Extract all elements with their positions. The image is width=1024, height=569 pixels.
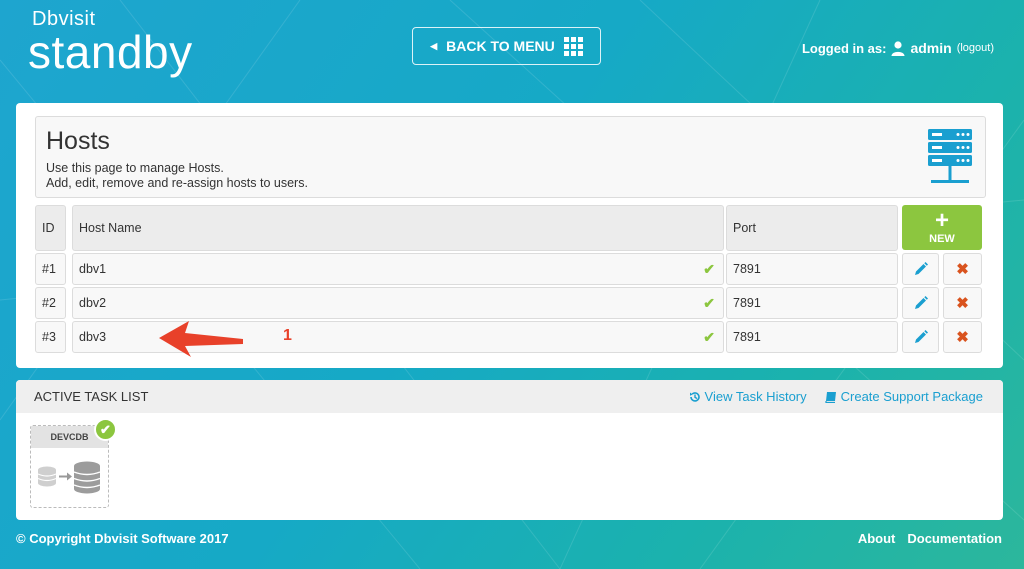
server-icon xyxy=(928,129,972,183)
brand-logo[interactable]: Dbvisit standby xyxy=(28,8,193,78)
column-header-host-name: Host Name xyxy=(72,205,724,251)
table-row-id: #1 xyxy=(35,253,66,285)
user-icon xyxy=(891,40,905,56)
column-header-port-label: Port xyxy=(733,221,756,235)
pencil-icon xyxy=(914,296,928,309)
create-support-package-label: Create Support Package xyxy=(840,389,983,404)
back-to-menu-label: BACK TO MENU xyxy=(446,38,555,54)
caret-left-icon: ◀ xyxy=(430,40,438,51)
about-link[interactable]: About xyxy=(858,531,896,546)
page-description-line-1: Use this page to manage Hosts. xyxy=(46,161,224,175)
table-row-host-name[interactable]: dbv1 ✔ xyxy=(72,253,724,285)
login-info: Logged in as: admin (logout) xyxy=(802,40,994,56)
delete-x-icon: ✖ xyxy=(956,329,969,346)
edit-host-button[interactable] xyxy=(902,287,939,319)
create-support-package-link[interactable]: Create Support Package xyxy=(825,389,983,404)
delete-host-button[interactable]: ✖ xyxy=(943,321,982,353)
page-title: Hosts xyxy=(46,127,110,155)
task-bar: ACTIVE TASK LIST View Task History Creat… xyxy=(16,380,1003,413)
annotation-arrow xyxy=(159,321,243,357)
view-task-history-label: View Task History xyxy=(704,389,807,404)
hosts-header: Hosts Use this page to manage Hosts. Add… xyxy=(35,116,986,198)
row-host-name: dbv1 xyxy=(79,262,107,276)
logged-in-label: Logged in as: xyxy=(801,40,887,56)
copyright: © Copyright Dbvisit Software 2017 xyxy=(16,531,229,546)
delete-x-icon: ✖ xyxy=(956,295,969,312)
table-row-host-name[interactable]: dbv2 ✔ xyxy=(72,287,724,319)
check-icon: ✔ xyxy=(703,294,715,311)
pencil-icon xyxy=(914,262,928,275)
table-row-id: #2 xyxy=(35,287,66,319)
row-host-name: dbv3 xyxy=(79,330,107,344)
row-port: 7891 xyxy=(733,262,761,276)
plus-icon: + xyxy=(934,206,949,234)
table-row-port: 7891 xyxy=(726,321,898,353)
footer-links: About Documentation xyxy=(858,531,1002,546)
table-row-port: 7891 xyxy=(726,253,898,285)
page-description-line-2: Add, edit, remove and re-assign hosts to… xyxy=(46,176,308,190)
check-icon: ✔ xyxy=(703,328,715,345)
task-links: View Task History Create Support Package xyxy=(689,389,983,404)
active-task-panel: ACTIVE TASK LIST View Task History Creat… xyxy=(16,380,1003,520)
grid-icon xyxy=(563,36,583,56)
new-host-label: NEW xyxy=(929,232,955,245)
view-task-history-link[interactable]: View Task History xyxy=(689,389,807,404)
delete-host-button[interactable]: ✖ xyxy=(943,253,982,285)
book-icon xyxy=(825,391,836,403)
column-header-port: Port xyxy=(726,205,898,251)
active-task-title: ACTIVE TASK LIST xyxy=(34,389,149,404)
delete-host-button[interactable]: ✖ xyxy=(943,287,982,319)
row-id: #1 xyxy=(42,262,56,276)
edit-host-button[interactable] xyxy=(902,253,939,285)
row-port: 7891 xyxy=(733,296,761,310)
database-transfer-icon xyxy=(37,461,101,494)
task-complete-check-icon: ✔ xyxy=(94,418,117,441)
table-row-id: #3 xyxy=(35,321,66,353)
row-id: #3 xyxy=(42,330,56,344)
column-header-id-label: ID xyxy=(42,221,55,235)
annotation-number: 1 xyxy=(283,327,292,344)
brand-logo-big: standby xyxy=(28,26,193,78)
row-port: 7891 xyxy=(733,330,761,344)
pencil-icon xyxy=(914,330,928,343)
check-icon: ✔ xyxy=(703,260,715,277)
documentation-link[interactable]: Documentation xyxy=(907,531,1002,546)
page-description: Use this page to manage Hosts. Add, edit… xyxy=(46,161,308,191)
logout-link[interactable]: (logout) xyxy=(957,42,994,54)
column-header-host-name-label: Host Name xyxy=(79,221,142,235)
username: admin xyxy=(910,40,952,56)
history-icon xyxy=(689,391,700,402)
edit-host-button[interactable] xyxy=(902,321,939,353)
new-host-button[interactable]: + NEW xyxy=(902,205,982,250)
row-host-name: dbv2 xyxy=(79,296,107,310)
column-header-id: ID xyxy=(35,205,66,251)
row-id: #2 xyxy=(42,296,56,310)
table-row-port: 7891 xyxy=(726,287,898,319)
delete-x-icon: ✖ xyxy=(956,261,969,278)
back-to-menu-button[interactable]: ◀ BACK TO MENU xyxy=(412,27,601,65)
